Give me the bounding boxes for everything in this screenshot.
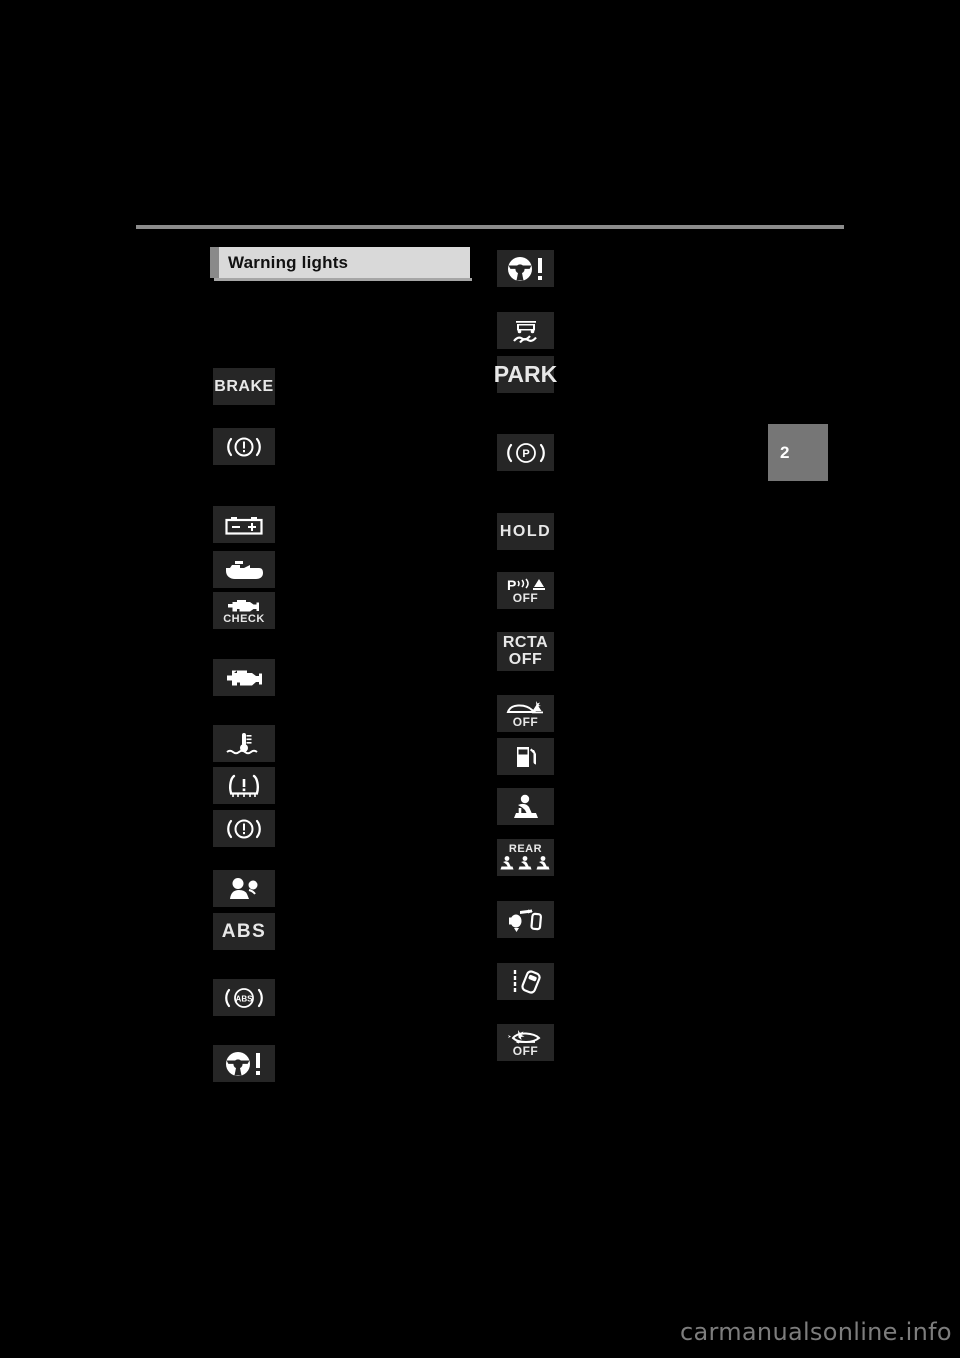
hold-label: HOLD — [499, 522, 552, 540]
skid-control-glyph — [511, 318, 541, 344]
park-label: PARK — [493, 361, 558, 387]
rcta-off-indicator: RCTA OFF — [497, 632, 554, 671]
brake-system-svg-icon — [224, 435, 264, 459]
rear-seat-belt-reminder: REAR — [497, 839, 554, 876]
parking-brake-glyph: P — [504, 441, 548, 465]
ipa-off-glyph: OFF — [503, 700, 549, 728]
svg-text:ABS: ABS — [236, 994, 254, 1003]
brake-system-text-indicator: BRAKE — [213, 368, 275, 405]
lane-departure-alert-warning — [497, 963, 554, 1000]
rcta-off-label-line-2: OFF — [508, 650, 543, 668]
abs-glyph: ABS — [222, 922, 267, 941]
power-steering-svg-icon — [223, 1051, 265, 1077]
section-accent-bar — [210, 247, 219, 278]
brake-system-2-svg-icon — [224, 817, 264, 841]
lda-glyph — [509, 969, 543, 995]
section-header-shadow — [214, 278, 472, 281]
brake-system-warning — [213, 428, 275, 465]
abs-brake-warning: ABS — [213, 979, 275, 1016]
section-title-text: Warning lights — [228, 253, 349, 272]
pre-collision-off-indicator: OFF — [497, 1024, 554, 1061]
section-header: Warning lights — [210, 247, 470, 278]
abs-warning: ABS — [213, 913, 275, 950]
tire-pressure-warning — [213, 767, 275, 804]
srs-airbag-glyph — [225, 877, 263, 901]
battery-charging-warning — [213, 506, 275, 543]
brake-system-warning-alt — [213, 810, 275, 847]
parking-sensor-off-sublabel: OFF — [512, 591, 539, 605]
intuitive-parking-assist-off: OFF — [497, 695, 554, 732]
park-glyph: PARK — [494, 363, 557, 386]
brake-warning-glyph: BRAKE — [214, 377, 274, 395]
rear-seat-belt-glyph: REAR — [499, 844, 553, 871]
seat-belt-glyph — [509, 794, 543, 820]
low-fuel-warning — [497, 738, 554, 775]
low-oil-pressure-glyph — [222, 559, 266, 581]
svg-text:P: P — [522, 448, 529, 460]
pcs-off-sublabel: OFF — [512, 1043, 539, 1058]
parking-sensor-off-svg-icon: P — [503, 577, 549, 592]
abs-label: ABS — [221, 921, 267, 942]
skid-control-svg-icon — [511, 318, 541, 344]
check-engine-glyph: CHECK — [223, 597, 265, 625]
ipa-off-svg-icon — [503, 700, 549, 716]
eps-svg-icon — [505, 256, 547, 282]
brake-hold-indicator: HOLD — [497, 513, 554, 550]
engine-malfunction-warning — [213, 659, 275, 696]
pcs-svg-icon — [506, 908, 546, 932]
parking-brake-svg-icon: P — [504, 441, 548, 465]
low-fuel-glyph — [511, 744, 541, 770]
srs-airbag-warning — [213, 870, 275, 907]
power-steering-glyph — [223, 1051, 265, 1077]
abs-brake-svg-icon: ABS — [222, 986, 266, 1010]
page-index-number: 2 — [780, 443, 790, 462]
charging-system-svg-icon — [224, 514, 264, 536]
malfunction-indicator-svg-icon — [224, 667, 264, 689]
brake-system-2-glyph — [224, 817, 264, 841]
site-watermark: carmanualsonline.info — [680, 1318, 952, 1346]
eps-glyph — [505, 256, 547, 282]
parking-sensor-off-glyph: P OFF — [503, 577, 549, 604]
check-engine-warning: CHECK — [213, 592, 275, 629]
skid-control-warning — [497, 312, 554, 349]
hold-glyph: HOLD — [499, 522, 552, 540]
rcta-off-label-line-1: RCTA — [502, 634, 549, 652]
high-coolant-temp-svg-icon — [224, 731, 264, 757]
park-warning: PARK — [494, 356, 557, 393]
malfunction-indicator-glyph — [224, 667, 264, 689]
pcs-off-svg-icon — [503, 1029, 549, 1045]
check-engine-svg-icon — [224, 597, 264, 613]
oil-pressure-warning — [213, 551, 275, 588]
header-rule — [136, 225, 844, 229]
ipa-off-sublabel: OFF — [512, 714, 539, 729]
seat-belt-svg-icon — [509, 794, 543, 820]
tire-pressure-svg-icon — [226, 774, 262, 798]
charging-system-glyph — [224, 514, 264, 536]
low-oil-pressure-svg-icon — [222, 559, 266, 581]
power-steering-warning — [213, 1045, 275, 1082]
parking-brake-warning: P — [497, 434, 554, 471]
rear-seat-belt-svg-icon — [499, 855, 553, 871]
pcs-off-glyph: OFF — [503, 1029, 549, 1057]
coolant-temperature-warning — [213, 725, 275, 762]
parking-assist-off-indicator: P OFF — [497, 572, 554, 609]
pcs-glyph — [506, 908, 546, 932]
tire-pressure-glyph — [226, 774, 262, 798]
electric-power-steering-warning — [497, 250, 554, 287]
low-fuel-svg-icon — [511, 744, 541, 770]
brake-warning-label: BRAKE — [214, 377, 274, 395]
pre-collision-system-warning — [497, 901, 554, 938]
check-engine-sublabel: CHECK — [223, 612, 265, 625]
svg-text:P: P — [507, 577, 516, 592]
rear-seat-belt-sublabel: REAR — [508, 843, 543, 855]
high-coolant-temp-glyph — [224, 731, 264, 757]
lda-svg-icon — [509, 969, 543, 995]
abs-brake-glyph: ABS — [222, 986, 266, 1010]
brake-system-glyph — [224, 435, 264, 459]
page-index-tab: 2 — [768, 424, 828, 481]
srs-airbag-svg-icon — [225, 877, 263, 901]
rcta-off-glyph: RCTA OFF — [502, 634, 549, 668]
seat-belt-reminder — [497, 788, 554, 825]
manual-page: Warning lights 2 BRAKE CHECK ABS ABS PARK P H… — [0, 0, 960, 1358]
